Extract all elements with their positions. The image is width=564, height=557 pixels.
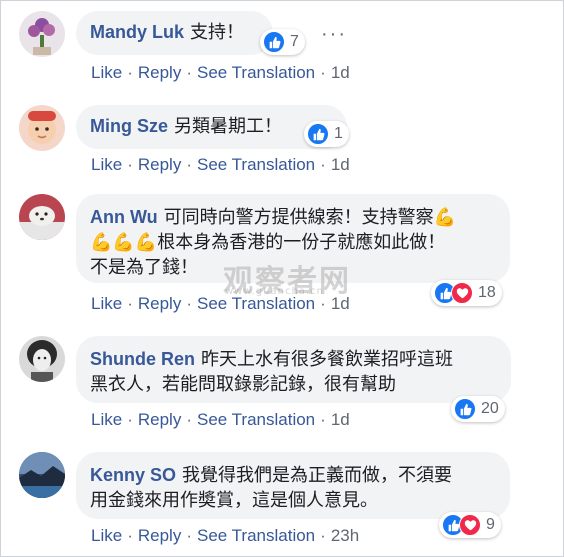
avatar[interactable] — [19, 11, 65, 57]
like-button[interactable]: Like — [91, 155, 122, 174]
comment-actions: Like · Reply · See Translation · 1d — [91, 155, 350, 174]
avatar[interactable] — [19, 452, 65, 498]
see-translation-link[interactable]: See Translation — [197, 526, 315, 545]
comment-text: 可同時向警方提供線索！支持警察💪 — [163, 207, 457, 227]
reaction-summary[interactable]: 18 — [431, 280, 502, 306]
comment-text: 💪💪💪根本身為香港的一份子就應如此做！ — [90, 232, 446, 252]
like-button[interactable]: Like — [91, 294, 122, 313]
comment-timestamp[interactable]: 23h — [331, 526, 359, 545]
reaction-summary[interactable]: 7 — [260, 29, 305, 55]
see-translation-link[interactable]: See Translation — [197, 410, 315, 429]
comment-bubble: Shunde Ren 昨天上水有很多餐飲業招呼這班 黑衣人，若能問取錄影記錄，很有… — [76, 336, 511, 403]
like-reaction-icon — [454, 398, 476, 420]
watermark-url: www.guancha.cn — [225, 286, 324, 297]
comment-author[interactable]: Shunde Ren — [90, 349, 195, 369]
comment-author[interactable]: Mandy Luk — [90, 22, 184, 42]
reply-button[interactable]: Reply — [138, 63, 181, 82]
reaction-summary[interactable]: 20 — [451, 396, 505, 422]
like-reaction-icon — [307, 123, 329, 145]
comment-timestamp[interactable]: 1d — [331, 410, 350, 429]
watermark: 观察者网 www.guancha.cn — [223, 256, 351, 300]
comment-text: 黑衣人，若能問取錄影記錄，很有幫助 — [90, 374, 396, 394]
comment-text: 支持！ — [190, 22, 245, 42]
comment-text: 昨天上水有很多餐飲業招呼這班 — [201, 349, 454, 369]
see-translation-link[interactable]: See Translation — [197, 63, 315, 82]
comment-text: 另類暑期工！ — [174, 116, 283, 136]
like-reaction-icon — [263, 31, 285, 53]
see-translation-link[interactable]: See Translation — [197, 155, 315, 174]
like-button[interactable]: Like — [91, 526, 122, 545]
avatar[interactable] — [19, 336, 65, 382]
comment-author[interactable]: Ann Wu — [90, 207, 158, 227]
like-button[interactable]: Like — [91, 410, 122, 429]
comment-timestamp[interactable]: 1d — [331, 155, 350, 174]
reaction-count: 18 — [478, 284, 496, 301]
reply-button[interactable]: Reply — [138, 155, 181, 174]
reaction-count: 20 — [481, 400, 499, 417]
reaction-count: 1 — [334, 125, 343, 142]
reply-button[interactable]: Reply — [138, 294, 181, 313]
reaction-summary[interactable]: 9 — [439, 512, 501, 538]
comment-timestamp[interactable]: 1d — [331, 63, 350, 82]
like-button[interactable]: Like — [91, 63, 122, 82]
reply-button[interactable]: Reply — [138, 410, 181, 429]
reaction-summary[interactable]: 1 — [304, 121, 349, 147]
comment-actions: Like · Reply · See Translation · 1d — [91, 410, 350, 429]
comment-bubble: Mandy Luk 支持！ — [76, 11, 273, 55]
comments-panel: Mandy Luk 支持！ 7 ··· Like · Reply · See Transl… — [0, 0, 564, 557]
comment-author[interactable]: Ming Sze — [90, 116, 168, 136]
love-reaction-icon — [459, 514, 481, 536]
comment-actions: Like · Reply · See Translation · 1d — [91, 63, 350, 82]
reply-button[interactable]: Reply — [138, 526, 181, 545]
reaction-count: 7 — [290, 33, 299, 50]
comment-bubble: Kenny SO 我覺得我們是為正義而做，不須要 用金錢來用作奬賞，這是個人意見。 — [76, 452, 510, 519]
love-reaction-icon — [451, 282, 473, 304]
reaction-count: 9 — [486, 516, 495, 533]
avatar[interactable] — [19, 194, 65, 240]
comment-actions: Like · Reply · See Translation · 23h — [91, 526, 360, 545]
comment-author[interactable]: Kenny SO — [90, 465, 176, 485]
avatar[interactable] — [19, 105, 65, 151]
comment-text: 用金錢來用作奬賞，這是個人意見。 — [90, 490, 378, 510]
comment-text: 我覺得我們是為正義而做，不須要 — [182, 465, 453, 485]
more-options-icon[interactable]: ··· — [321, 23, 347, 46]
